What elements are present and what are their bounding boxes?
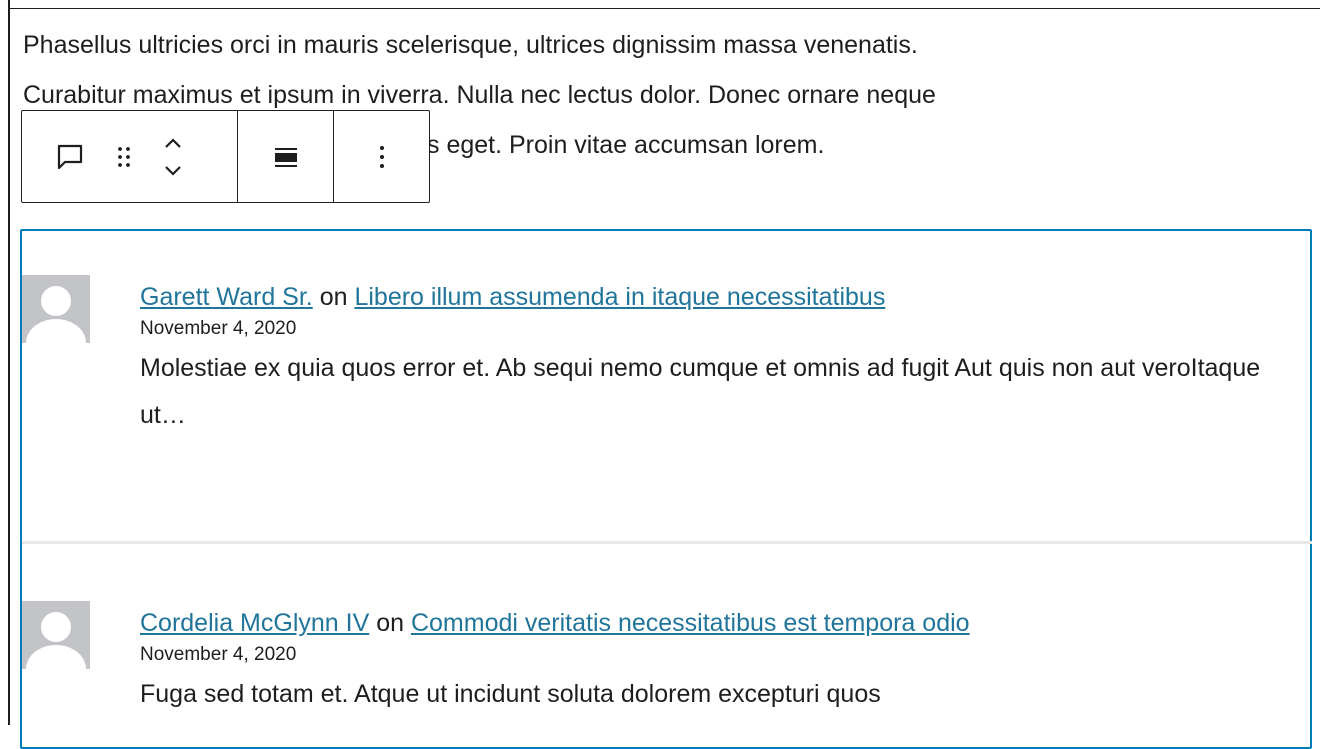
- comment-on-text: on: [319, 283, 348, 311]
- comment-divider: [22, 541, 1312, 544]
- comment-post-link[interactable]: Commodi veritatis necessitatibus est tem…: [411, 609, 970, 637]
- block-toolbar: [21, 110, 430, 203]
- more-options-icon: [378, 143, 386, 171]
- comment-icon: [55, 142, 85, 172]
- editor-canvas-border-left: [8, 0, 10, 725]
- avatar-placeholder-icon: [26, 286, 86, 343]
- block-type-button[interactable]: [50, 133, 90, 181]
- move-up-icon: [162, 136, 184, 150]
- move-up-button[interactable]: [160, 132, 186, 154]
- comment-post-link[interactable]: Libero illum assumenda in itaque necessi…: [354, 283, 885, 311]
- move-buttons: [160, 132, 186, 182]
- move-down-icon: [162, 164, 184, 178]
- comment-on-text: on: [376, 609, 405, 637]
- paragraph-line: Phasellus ultricies orci in mauris scele…: [23, 31, 918, 59]
- comment-date: November 4, 2020: [140, 318, 297, 339]
- comment-author-link[interactable]: Cordelia McGlynn IV: [140, 609, 369, 637]
- comment-meta: Cordelia McGlynn IV on Commodi veritatis…: [140, 606, 970, 640]
- comment-excerpt: Fuga sed totam et. Atque ut incidunt sol…: [140, 680, 881, 708]
- align-button[interactable]: [266, 133, 306, 181]
- comment-excerpt: Molestiae ex quia quos error et. Ab sequ…: [140, 354, 1261, 429]
- editor-canvas-border-top: [8, 8, 1320, 9]
- comment-author-link[interactable]: Garett Ward Sr.: [140, 283, 313, 311]
- more-options-button[interactable]: [362, 133, 402, 181]
- move-down-button[interactable]: [160, 160, 186, 182]
- comment-date: November 4, 2020: [140, 644, 297, 665]
- drag-handle-icon: [116, 144, 132, 170]
- toolbar-group-align: [238, 111, 334, 202]
- toolbar-group-options: [334, 111, 429, 202]
- drag-handle-button[interactable]: [110, 133, 138, 181]
- toolbar-group-block: [22, 111, 238, 202]
- align-icon: [273, 145, 299, 169]
- latest-comments-block[interactable]: Garett Ward Sr. on Libero illum assumend…: [20, 229, 1312, 749]
- avatar: [22, 601, 90, 669]
- avatar: [22, 275, 90, 343]
- comment-meta: Garett Ward Sr. on Libero illum assumend…: [140, 280, 885, 314]
- avatar-placeholder-icon: [26, 612, 86, 669]
